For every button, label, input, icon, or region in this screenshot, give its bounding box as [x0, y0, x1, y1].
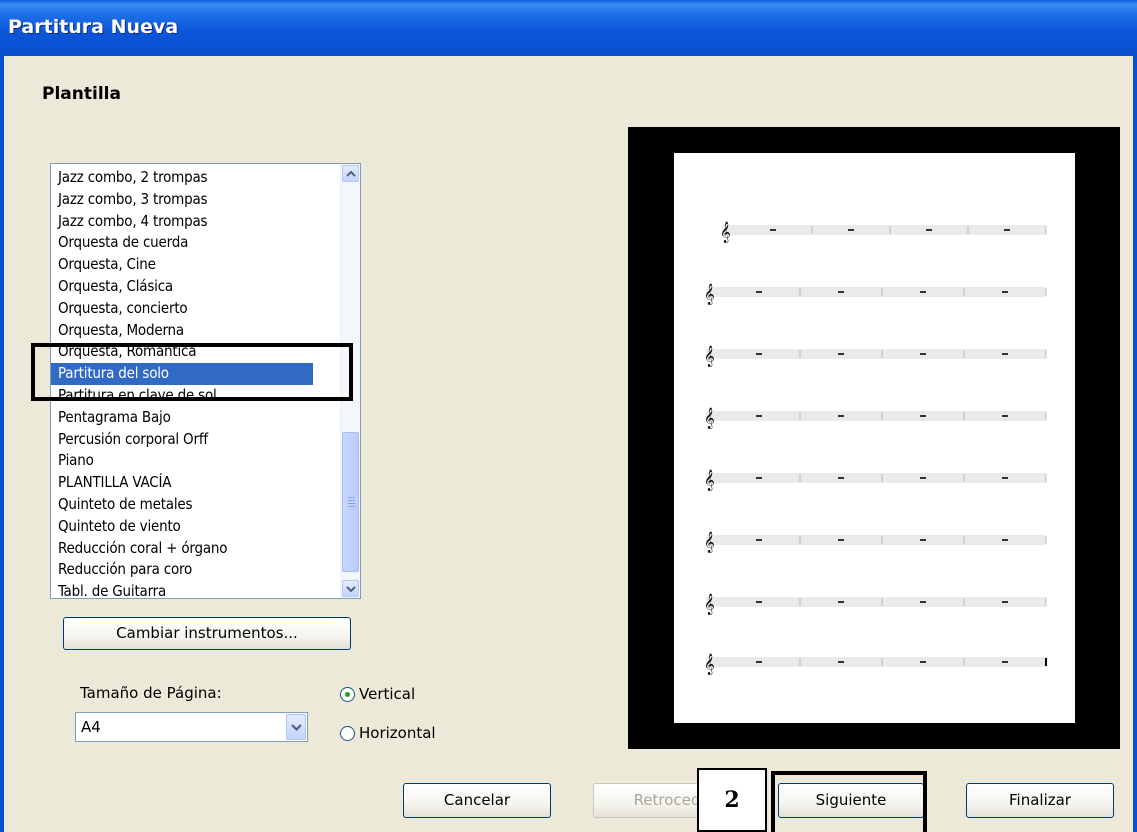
radio-circle-horizontal [340, 726, 355, 741]
scroll-thumb-grip [348, 497, 355, 509]
treble-clef-icon: 𝄞 [704, 594, 715, 615]
scroll-down-icon [346, 586, 356, 593]
treble-clef-icon: 𝄞 [704, 470, 715, 491]
template-list-item[interactable]: Orquesta, Moderna [51, 320, 311, 342]
template-list-item[interactable]: PLANTILLA VACÍA [51, 472, 311, 494]
staff: 𝄞 [704, 594, 1047, 615]
staff: 𝄞 [704, 654, 1047, 675]
staff: 𝄞 [704, 346, 1047, 367]
template-list-item[interactable]: Orquesta de cuerda [51, 232, 311, 254]
template-list-item[interactable]: Pentagrama Bajo [51, 407, 311, 429]
template-list-item[interactable]: Jazz combo, 4 trompas [51, 211, 311, 233]
staff: 𝄞 [704, 284, 1047, 305]
treble-clef-icon: 𝄞 [704, 346, 715, 367]
selection-highlight-box [31, 343, 353, 401]
treble-clef-icon: 𝄞 [704, 408, 715, 429]
page-size-label: Tamaño de Página: [80, 684, 222, 702]
treble-clef-icon: 𝄞 [704, 654, 715, 675]
scroll-down-button[interactable] [342, 580, 359, 597]
orientation-horizontal-label: Horizontal [359, 724, 436, 742]
radio-circle-vertical [340, 687, 355, 702]
staff: 𝄞 [720, 222, 1047, 243]
template-list-item[interactable]: Reducción coral + órgano [51, 538, 311, 560]
next-button-highlight-box [771, 771, 927, 832]
page-size-select[interactable]: A4 [75, 712, 308, 742]
template-list-item[interactable]: Quinteto de viento [51, 516, 311, 538]
template-list-item[interactable]: Orquesta, Cine [51, 254, 311, 276]
page-size-dropdown-button[interactable] [286, 714, 306, 740]
treble-clef-icon: 𝄞 [704, 532, 715, 553]
window-frame-right [1133, 56, 1137, 832]
title-bar[interactable]: Partitura Nueva [0, 0, 1137, 56]
staff: 𝄞 [704, 532, 1047, 553]
orientation-vertical-label: Vertical [359, 685, 416, 703]
treble-clef-icon: 𝄞 [720, 222, 731, 243]
change-instruments-button[interactable]: Cambiar instrumentos... [63, 617, 351, 650]
finish-button[interactable]: Finalizar [966, 783, 1114, 818]
scroll-up-button[interactable] [342, 165, 359, 182]
staff: 𝄞 [704, 408, 1047, 429]
treble-clef-icon: 𝄞 [704, 284, 715, 305]
template-list-item[interactable]: Orquesta, Clásica [51, 276, 311, 298]
section-heading: Plantilla [42, 84, 121, 104]
template-list-item[interactable]: Jazz combo, 3 trompas [51, 189, 311, 211]
dropdown-arrow-icon [291, 724, 302, 732]
radio-selected-dot [345, 692, 350, 697]
scroll-thumb[interactable] [342, 432, 359, 572]
window-frame-left [0, 56, 4, 832]
template-list-item[interactable]: Reducción para coro [51, 559, 311, 581]
template-list-item[interactable]: Tabl. de Guitarra [51, 581, 311, 598]
page-size-value: A4 [81, 718, 101, 736]
score-preview-page: 𝄞 𝄞 𝄞 𝄞 𝄞 𝄞 𝄞 𝄞 [674, 153, 1075, 723]
template-list-item[interactable]: Percusión corporal Orff [51, 429, 311, 451]
cancel-button[interactable]: Cancelar [403, 783, 551, 818]
template-list-item[interactable]: Jazz combo, 2 trompas [51, 167, 311, 189]
staff: 𝄞 [704, 470, 1047, 491]
window-title: Partitura Nueva [8, 16, 179, 38]
scroll-up-icon [346, 170, 356, 177]
template-list-item[interactable]: Orquesta, concierto [51, 298, 311, 320]
step-annotation-box: 2 [697, 768, 767, 832]
template-list-item[interactable]: Piano [51, 450, 311, 472]
template-list-item[interactable]: Quinteto de metales [51, 494, 311, 516]
score-preview-staves: 𝄞 𝄞 𝄞 𝄞 𝄞 𝄞 𝄞 𝄞 [704, 222, 1047, 675]
